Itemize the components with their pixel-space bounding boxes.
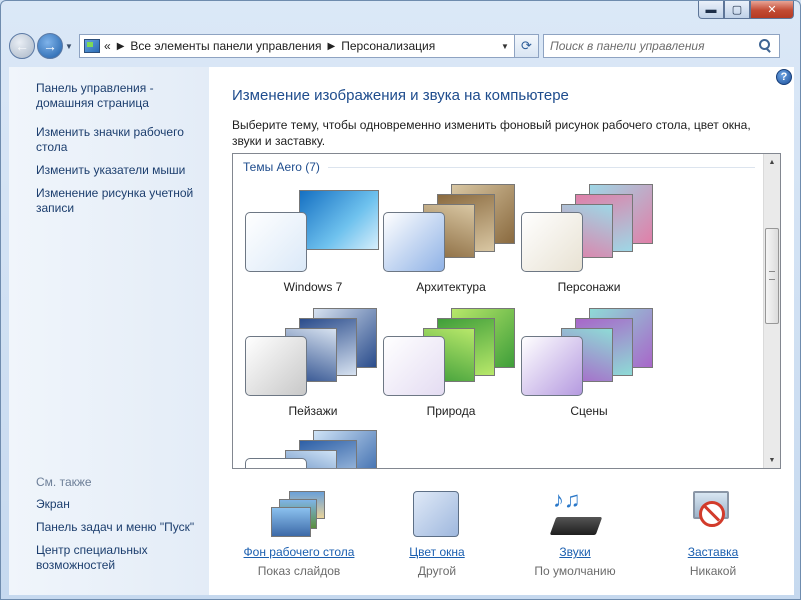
screensaver-link[interactable]: Заставка: [643, 545, 783, 559]
window-color-link[interactable]: Цвет окна: [367, 545, 507, 559]
desktop-background-link[interactable]: Фон рабочего стола: [229, 545, 369, 559]
window-color-swatch: [245, 212, 307, 272]
page-description: Выберите тему, чтобы одновременно измени…: [232, 118, 751, 148]
theme-name: Windows 7: [283, 280, 343, 294]
caption-buttons: ▬ ▢ ✕: [698, 1, 794, 21]
screensaver-item[interactable]: Заставка Никакой: [643, 485, 783, 578]
theme-name: Персонажи: [557, 280, 621, 294]
window-color-icon: [409, 489, 465, 539]
window-color-swatch: [383, 336, 445, 396]
window-color-swatch: [245, 336, 307, 396]
desktop-background-item[interactable]: Фон рабочего стола Показ слайдов: [229, 485, 369, 578]
page-title: Изменение изображения и звука на компьют…: [232, 87, 569, 104]
sidebar-link-control-panel-home[interactable]: Панель управления - домашняя страница: [36, 81, 206, 111]
minimize-button[interactable]: ▬: [698, 1, 724, 19]
window-color-swatch: [245, 458, 307, 468]
scroll-thumb[interactable]: [765, 228, 779, 324]
breadcrumb-overflow[interactable]: «: [104, 39, 111, 53]
see-also-title: См. также: [36, 475, 92, 489]
theme-tile[interactable]: Сцены: [519, 304, 659, 424]
window-color-swatch: [383, 212, 445, 272]
theme-tile[interactable]: Пейзажи: [243, 304, 383, 424]
theme-list-scrollbar[interactable]: ▲ ▼: [763, 154, 780, 468]
theme-tile[interactable]: [243, 426, 383, 468]
window-color-swatch: [521, 212, 583, 272]
sidebar-see-also: См. также Экран Панель задач и меню "Пус…: [36, 475, 206, 573]
theme-tile[interactable]: Природа: [381, 304, 521, 424]
sidebar-link-mouse-pointers[interactable]: Изменить указатели мыши: [36, 163, 206, 178]
breadcrumb-separator-icon[interactable]: ▶: [328, 41, 336, 52]
screensaver-icon: [685, 489, 741, 539]
window-color-value: Другой: [417, 564, 457, 578]
sidebar-link-taskbar[interactable]: Панель задач и меню "Пуск": [36, 520, 206, 535]
help-icon[interactable]: ?: [776, 69, 792, 85]
theme-list: Темы Aero (7) Windows 7 Архитектура Персон…: [232, 153, 781, 469]
theme-name: Природа: [426, 404, 476, 418]
address-dropdown-icon[interactable]: ▼: [496, 35, 514, 57]
search-box: [543, 34, 780, 58]
breadcrumb-separator-icon[interactable]: ▶: [117, 41, 125, 52]
screensaver-value: Никакой: [689, 564, 737, 578]
breadcrumb-all-items[interactable]: Все элементы панели управления: [130, 39, 321, 53]
sidebar-link-display[interactable]: Экран: [36, 497, 206, 512]
address-bar[interactable]: « ▶ Все элементы панели управления ▶ Пер…: [79, 34, 515, 58]
theme-name: Пейзажи: [288, 404, 338, 418]
window-color-item[interactable]: Цвет окна Другой: [367, 485, 507, 578]
control-panel-icon: [84, 39, 100, 53]
sidebar: Панель управления - домашняя страница Из…: [9, 67, 209, 595]
search-icon[interactable]: [757, 38, 773, 54]
desktop-background-value: Показ слайдов: [257, 564, 341, 578]
maximize-button[interactable]: ▢: [724, 1, 750, 19]
customization-bar: Фон рабочего стола Показ слайдов Цвет ок…: [209, 485, 794, 595]
theme-name: Архитектура: [416, 280, 486, 294]
theme-tile[interactable]: Архитектура: [381, 180, 521, 300]
theme-group-header[interactable]: Темы Aero (7): [243, 160, 755, 174]
theme-group-title: Темы Aero (7): [243, 160, 320, 174]
sounds-link[interactable]: Звуки: [505, 545, 645, 559]
desktop-background-icon: [271, 489, 327, 539]
recent-pages-chevron-icon[interactable]: ▼: [63, 42, 75, 51]
scroll-down-icon[interactable]: ▼: [764, 452, 780, 468]
main-content: ? Изменение изображения и звука на компь…: [209, 67, 794, 595]
theme-tile[interactable]: Персонажи: [519, 180, 659, 300]
navigation-bar: ← → ▼ « ▶ Все элементы панели управления…: [9, 31, 792, 61]
forward-button[interactable]: →: [37, 33, 63, 59]
theme-name: Сцены: [570, 404, 608, 418]
window-color-swatch: [521, 336, 583, 396]
breadcrumb-personalization[interactable]: Персонализация: [341, 39, 435, 53]
sounds-item[interactable]: ♪♫ Звуки По умолчанию: [505, 485, 645, 578]
sidebar-tasks: Панель управления - домашняя страница Из…: [36, 81, 206, 216]
refresh-button[interactable]: ⟳: [515, 34, 539, 58]
scroll-up-icon[interactable]: ▲: [764, 154, 780, 170]
sounds-icon: ♪♫: [547, 487, 603, 539]
sidebar-link-account-picture[interactable]: Изменение рисунка учетной записи: [36, 186, 206, 216]
search-input[interactable]: [550, 39, 757, 53]
sidebar-link-desktop-icons[interactable]: Изменить значки рабочего стола: [36, 125, 206, 155]
back-button[interactable]: ←: [9, 33, 35, 59]
close-button[interactable]: ✕: [750, 1, 794, 19]
sidebar-link-ease-of-access[interactable]: Центр специальных возможностей: [36, 543, 206, 573]
sounds-value: По умолчанию: [534, 564, 616, 578]
personalization-window: ▬ ▢ ✕ ← → ▼ « ▶ Все элементы панели упра…: [0, 0, 801, 600]
theme-tile[interactable]: Windows 7: [243, 180, 383, 300]
